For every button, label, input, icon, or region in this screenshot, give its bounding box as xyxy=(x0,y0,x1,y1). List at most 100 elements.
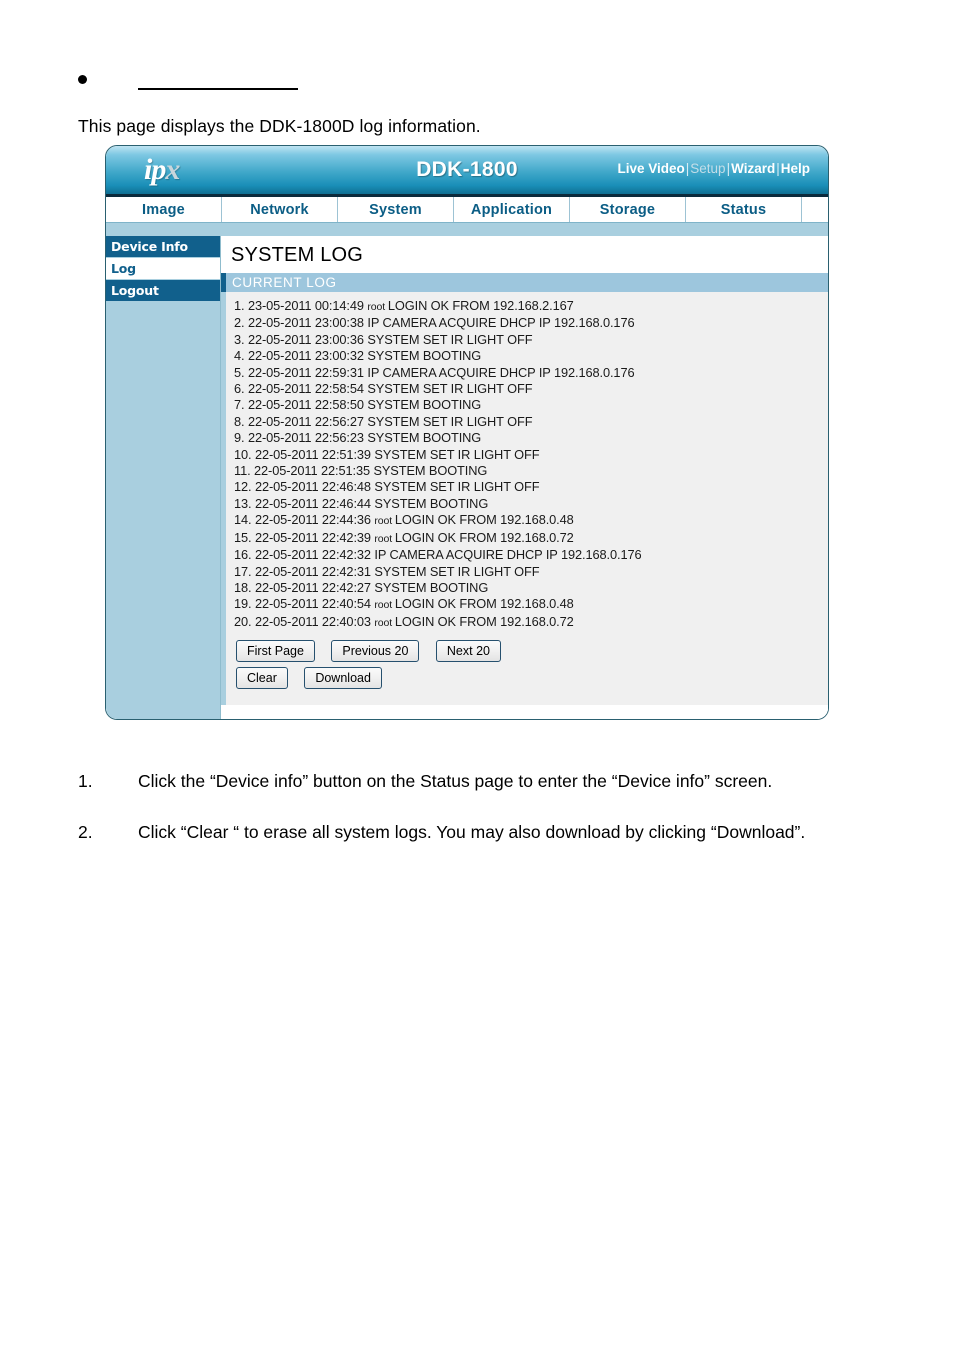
log-entry-message: SYSTEM BOOTING xyxy=(367,348,482,364)
log-entry-message: SYSTEM BOOTING xyxy=(367,397,482,413)
log-entry: 16. 22-05-2011 22:42:32 IP CAMERA ACQUIR… xyxy=(234,547,828,563)
next-20-button[interactable]: Next 20 xyxy=(435,640,501,663)
ui-header-bar: ipx DDK-1800 Live Video|Setup|Wizard|Hel… xyxy=(106,146,828,197)
sidebar-item-log[interactable]: Log xyxy=(106,258,220,279)
log-entry: 19. 22-05-2011 22:40:54 root LOGIN OK FR… xyxy=(234,596,828,613)
log-entry-index: 4. xyxy=(234,348,248,364)
log-entry-datetime: 22-05-2011 22:58:50 xyxy=(247,397,368,413)
log-entry-datetime: 22-05-2011 22:59:31 xyxy=(247,364,368,380)
log-entry-datetime: 22-05-2011 23:00:36 xyxy=(247,331,368,347)
tab-image[interactable]: Image xyxy=(106,197,222,222)
log-entry-datetime: 22-05-2011 22:51:35 xyxy=(254,463,374,479)
link-live-video[interactable]: Live Video xyxy=(617,161,684,176)
log-list: 1. 23-05-2011 00:14:49 root LOGIN OK FRO… xyxy=(221,292,828,706)
log-entry-datetime: 22-05-2011 22:51:39 xyxy=(254,446,375,462)
log-entry: 3. 22-05-2011 23:00:36 SYSTEM SET IR LIG… xyxy=(234,332,828,348)
log-entry: 2. 22-05-2011 23:00:38 IP CAMERA ACQUIRE… xyxy=(234,315,828,331)
log-entry: 17. 22-05-2011 22:42:31 SYSTEM SET IR LI… xyxy=(234,564,828,580)
instruction-text: Click “Clear “ to erase all system logs.… xyxy=(138,822,806,842)
log-entry: 11. 22-05-2011 22:51:35 SYSTEM BOOTING xyxy=(234,463,828,479)
log-entry: 4. 22-05-2011 23:00:32 SYSTEM BOOTING xyxy=(234,348,828,364)
log-entry-message: SYSTEM SET IR LIGHT OFF xyxy=(374,563,540,579)
log-entry: 15. 22-05-2011 22:42:39 root LOGIN OK FR… xyxy=(234,530,828,547)
log-entry-index: 2. xyxy=(234,315,248,331)
log-entry-message: SYSTEM SET IR LIGHT OFF xyxy=(374,479,540,495)
sidebar: Device Info Log Logout xyxy=(106,236,220,719)
content-area: SYSTEM LOG CURRENT LOG 1. 23-05-2011 00:… xyxy=(220,236,828,719)
pagination-button-row: First Page Previous 20 Next 20 xyxy=(234,631,828,663)
ui-body: Device Info Log Logout SYSTEM LOG CURREN… xyxy=(106,223,828,719)
tab-spacer xyxy=(802,197,828,222)
log-entry: 5. 22-05-2011 22:59:31 IP CAMERA ACQUIRE… xyxy=(234,365,828,381)
link-wizard[interactable]: Wizard xyxy=(731,161,775,176)
log-entry-message: SYSTEM BOOTING xyxy=(367,430,482,446)
log-entry-datetime: 22-05-2011 22:44:36 xyxy=(254,512,375,528)
log-entry-datetime: 22-05-2011 22:40:03 xyxy=(254,613,375,629)
log-entry-index: 9. xyxy=(234,430,248,446)
log-entry-index: 3. xyxy=(234,331,248,347)
instruction-text: Click the “Device info” button on the St… xyxy=(138,771,773,791)
log-entry-index: 11. xyxy=(234,463,254,479)
page-title: SYSTEM LOG xyxy=(231,244,364,266)
intro-paragraph: This page displays the DDK-1800D log inf… xyxy=(78,116,481,136)
log-entry-datetime: 22-05-2011 22:42:39 xyxy=(254,529,375,545)
log-entry-message: LOGIN OK FROM 192.168.0.72 xyxy=(394,613,574,629)
action-button-row: Clear Download xyxy=(234,662,828,690)
log-entry: 7. 22-05-2011 22:58:50 SYSTEM BOOTING xyxy=(234,397,828,413)
tab-storage[interactable]: Storage xyxy=(570,197,686,222)
log-entry: 18. 22-05-2011 22:42:27 SYSTEM BOOTING xyxy=(234,580,828,596)
log-entry-message: SYSTEM SET IR LIGHT OFF xyxy=(374,446,540,462)
log-entry-message: IP CAMERA ACQUIRE DHCP IP 192.168.0.176 xyxy=(367,315,635,331)
log-entry-index: 1. xyxy=(234,298,248,313)
previous-20-button[interactable]: Previous 20 xyxy=(331,640,420,663)
device-web-ui-panel: ipx DDK-1800 Live Video|Setup|Wizard|Hel… xyxy=(105,145,829,720)
main-nav-tabs: Image Network System Application Storage… xyxy=(106,197,828,223)
log-entry-index: 5. xyxy=(234,364,248,380)
download-button[interactable]: Download xyxy=(304,667,382,690)
log-entry: 10. 22-05-2011 22:51:39 SYSTEM SET IR LI… xyxy=(234,447,828,463)
body-columns: Device Info Log Logout SYSTEM LOG CURREN… xyxy=(106,236,828,719)
log-entry-message: SYSTEM SET IR LIGHT OFF xyxy=(367,381,533,397)
log-entry-index: 17. xyxy=(234,563,255,579)
log-entry: 12. 22-05-2011 22:46:48 SYSTEM SET IR LI… xyxy=(234,479,828,495)
tab-system[interactable]: System xyxy=(338,197,454,222)
log-entry-datetime: 22-05-2011 22:56:27 xyxy=(247,413,368,429)
log-entry-message: SYSTEM BOOTING xyxy=(374,495,489,511)
log-entry-message: IP CAMERA ACQUIRE DHCP IP 192.168.0.176 xyxy=(374,547,642,563)
link-help[interactable]: Help xyxy=(781,161,810,176)
log-entry-datetime: 23-05-2011 00:14:49 xyxy=(247,298,368,313)
tab-network[interactable]: Network xyxy=(222,197,338,222)
log-entry: 13. 22-05-2011 22:46:44 SYSTEM BOOTING xyxy=(234,496,828,512)
log-entry-message: LOGIN OK FROM 192.168.2.167 xyxy=(387,298,574,313)
log-entry-index: 8. xyxy=(234,413,248,429)
instruction-number: 1. xyxy=(78,771,93,791)
sidebar-item-device-info[interactable]: Device Info xyxy=(106,236,220,257)
log-entry-index: 16. xyxy=(234,547,255,563)
log-entry-message: LOGIN OK FROM 192.168.0.48 xyxy=(394,512,574,528)
link-setup[interactable]: Setup xyxy=(690,161,725,176)
log-entry-index: 13. xyxy=(234,495,255,511)
log-entry: 14. 22-05-2011 22:44:36 root LOGIN OK FR… xyxy=(234,512,828,529)
tab-application[interactable]: Application xyxy=(454,197,570,222)
log-entry-datetime: 22-05-2011 22:42:27 xyxy=(254,579,375,595)
log-entry-message: SYSTEM SET IR LIGHT OFF xyxy=(367,331,533,347)
log-entry-user: root xyxy=(374,515,395,528)
log-entry: 8. 22-05-2011 22:56:27 SYSTEM SET IR LIG… xyxy=(234,414,828,430)
first-page-button[interactable]: First Page xyxy=(236,640,315,663)
instruction-list: 1. Click the “Device info” button on the… xyxy=(78,770,878,872)
clear-button[interactable]: Clear xyxy=(236,667,288,690)
log-entry: 20. 22-05-2011 22:40:03 root LOGIN OK FR… xyxy=(234,614,828,631)
instruction-item: 2. Click “Clear “ to erase all system lo… xyxy=(78,821,878,844)
instruction-number: 2. xyxy=(78,822,93,842)
log-entry: 6. 22-05-2011 22:58:54 SYSTEM SET IR LIG… xyxy=(234,381,828,397)
sidebar-item-logout[interactable]: Logout xyxy=(106,280,220,301)
tab-status[interactable]: Status xyxy=(686,197,802,222)
log-entry-datetime: 22-05-2011 22:42:32 xyxy=(254,547,375,563)
log-entry-datetime: 22-05-2011 22:46:48 xyxy=(254,479,375,495)
document-bullet-row xyxy=(78,68,878,96)
log-entry-index: 6. xyxy=(234,381,248,397)
content-footer xyxy=(221,705,828,719)
section-header-current-log: CURRENT LOG xyxy=(221,273,828,292)
top-nav-links: Live Video|Setup|Wizard|Help xyxy=(617,161,810,176)
log-lines-container: 1. 23-05-2011 00:14:49 root LOGIN OK FRO… xyxy=(234,298,828,631)
